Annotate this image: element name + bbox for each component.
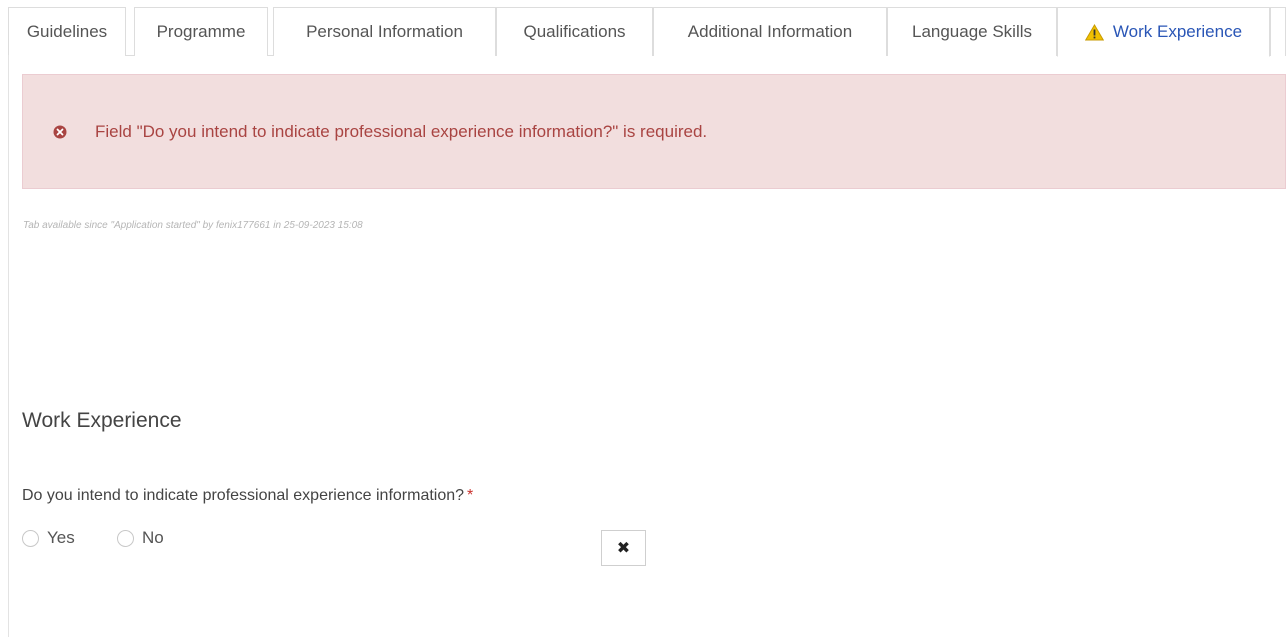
- tab-label: Personal Information: [306, 22, 463, 41]
- radio-yes-label: Yes: [47, 528, 75, 547]
- tab-personal-information[interactable]: Personal Information: [273, 7, 496, 56]
- tab-qualifications[interactable]: Qualifications: [496, 7, 653, 56]
- radio-yes[interactable]: [22, 529, 39, 547]
- warning-icon: [1084, 23, 1104, 41]
- tab-label: Qualifications: [523, 22, 626, 41]
- required-marker: *: [467, 487, 474, 504]
- tab-additional-information[interactable]: Additional Information: [653, 7, 887, 56]
- radio-option-yes[interactable]: Yes: [22, 528, 75, 548]
- tab-label: Language Skills: [911, 22, 1033, 41]
- radio-no[interactable]: [117, 529, 134, 547]
- tab-guidelines[interactable]: Guidelines: [8, 7, 126, 56]
- tab-programme[interactable]: Programme: [134, 7, 268, 56]
- tab-overflow[interactable]: [1270, 7, 1286, 56]
- tab-label: Additional Information: [687, 22, 853, 41]
- close-icon: ✖: [616, 540, 631, 557]
- tab-availability-note: Tab available since "Application started…: [23, 220, 363, 231]
- radio-no-label: No: [142, 528, 164, 547]
- section-title: Work Experience: [22, 409, 182, 432]
- tab-bar: Guidelines Programme Personal Informatio…: [8, 7, 1286, 57]
- question-label: Do you intend to indicate professional e…: [22, 487, 473, 505]
- radio-option-no[interactable]: No: [117, 528, 164, 548]
- tab-language-skills[interactable]: Language Skills: [887, 7, 1057, 56]
- error-circle-icon: [53, 125, 67, 139]
- clear-selection-button[interactable]: ✖: [601, 530, 646, 566]
- error-alert: Field "Do you intend to indicate profess…: [22, 74, 1286, 189]
- tab-label: Guidelines: [26, 22, 108, 41]
- tab-label: Work Experience: [1112, 22, 1243, 41]
- tab-work-experience[interactable]: Work Experience: [1057, 7, 1270, 57]
- alert-message: Field "Do you intend to indicate profess…: [95, 121, 708, 141]
- question-text: Do you intend to indicate professional e…: [22, 487, 465, 504]
- tab-label: Programme: [156, 22, 246, 41]
